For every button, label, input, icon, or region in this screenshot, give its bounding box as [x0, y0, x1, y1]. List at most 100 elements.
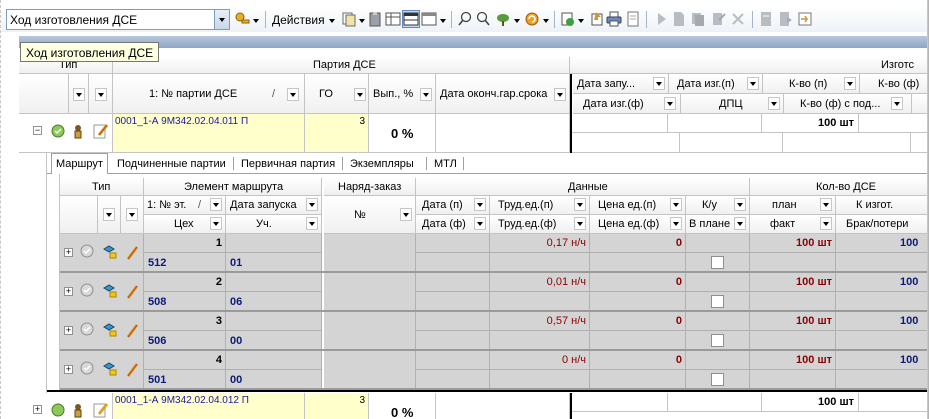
route-type-filter1-header[interactable] [98, 196, 121, 234]
step-number-column-header[interactable]: 1: № эт. / [144, 196, 226, 215]
section-column-header[interactable]: Уч. [226, 215, 322, 234]
filter-dropdown-button[interactable] [664, 97, 676, 110]
in-plan-checkbox[interactable] [711, 334, 724, 347]
batch-number-link[interactable]: 0001_1-А 9М342.02.04.011 П [115, 116, 248, 127]
chevron-down-icon[interactable] [329, 19, 335, 23]
edit-pencil-icon[interactable] [124, 283, 140, 304]
collapse-toggle[interactable]: − [33, 126, 42, 135]
qty-with-sub-column-header[interactable]: К-во (ф) с под... [784, 94, 912, 114]
edit-pencil-icon[interactable] [124, 244, 140, 265]
tree-filter-icon[interactable] [495, 11, 511, 27]
copy-icon[interactable] [341, 11, 357, 27]
route-type-filter2-header[interactable] [121, 196, 144, 234]
manuf-date-fact-column-header[interactable]: Дата изг.(ф) [573, 94, 681, 114]
expand-toggle[interactable]: + [64, 326, 73, 335]
defect-column-header[interactable]: Брак/потери [836, 215, 929, 234]
expand-toggle[interactable]: + [33, 405, 42, 414]
in-plan-checkbox[interactable] [711, 295, 724, 308]
date-plan-column-header[interactable]: Дата (п) [416, 196, 490, 215]
manuf-date-plan-column-header[interactable]: Дата изг.(п) [669, 74, 763, 94]
batch-number-column-header[interactable]: 1: № партии ДСЕ / [113, 74, 305, 114]
filter-dropdown-button[interactable] [820, 198, 832, 211]
price-plan-column-header[interactable]: Цена ед.(п) [590, 196, 686, 215]
filter-dropdown-button[interactable] [747, 77, 759, 90]
print-icon[interactable] [606, 11, 622, 27]
expand-toggle[interactable]: + [64, 248, 73, 257]
page-icon[interactable] [625, 11, 641, 27]
filter-dropdown-button[interactable] [734, 198, 746, 211]
dpc-column-header[interactable]: ДПЦ [681, 94, 784, 114]
filter-dropdown-button[interactable] [891, 97, 903, 110]
search-icon[interactable] [457, 11, 473, 27]
route-row[interactable]: +2 508 06 0,01 н/ч 0 100 шт 100 [60, 273, 929, 312]
price-fact-column-header[interactable]: Цена ед.(ф) [590, 215, 686, 234]
filter-dropdown-button[interactable] [210, 217, 222, 230]
filter-dropdown-button[interactable] [670, 217, 682, 230]
in-plan-column-header[interactable]: В плане [686, 215, 750, 234]
filter-dropdown-button[interactable] [768, 97, 780, 110]
date-fact-column-header[interactable]: Дата (ф) [416, 215, 490, 234]
start-date-inner-column-header[interactable]: Дата запуска [226, 196, 322, 215]
chevron-down-icon[interactable] [253, 19, 259, 23]
actions-menu-button[interactable]: Действия [272, 13, 325, 27]
filter-dropdown-button[interactable] [400, 208, 412, 221]
import-icon[interactable] [797, 11, 813, 27]
edit-pencil-icon[interactable] [93, 401, 109, 419]
done-percent-column-header[interactable]: Вып., % [369, 74, 436, 114]
route-row[interactable]: +3 506 00 0,57 н/ч 0 100 шт 100 [60, 312, 929, 351]
filter-dropdown-button[interactable] [844, 77, 856, 90]
document-add-icon[interactable] [559, 11, 575, 27]
batch-number-link[interactable]: 0001_1-А 9М342.02.04.012 П [115, 395, 249, 406]
filter-dropdown-button[interactable] [653, 77, 665, 90]
filter-dropdown-button[interactable] [306, 217, 318, 230]
edit-pencil-icon[interactable] [124, 361, 140, 382]
chevron-down-icon[interactable] [359, 19, 365, 23]
outer-type-filter1-header[interactable] [69, 74, 89, 114]
export-icon[interactable] [589, 11, 605, 27]
labor-plan-column-header[interactable]: Труд.ед.(п) [490, 196, 590, 215]
expand-toggle[interactable]: + [64, 365, 73, 374]
tab-primary-batch[interactable]: Первичная партия [237, 156, 339, 173]
refresh-icon[interactable] [524, 11, 540, 27]
labor-fact-column-header[interactable]: Труд.ед.(ф) [490, 215, 590, 234]
tab-instances[interactable]: Экземпляры [346, 156, 418, 173]
route-row[interactable]: +1 512 01 0,17 н/ч 0 100 шт 100 [60, 234, 929, 273]
filter-dropdown-button[interactable] [210, 198, 222, 211]
filter-dropdown-button[interactable] [103, 208, 115, 221]
columns-icon[interactable] [421, 11, 437, 27]
outer-row[interactable]: + 0001_1-А 9М342.02.04.012 П 3 0 % 100 ш… [19, 393, 929, 419]
filter-dropdown-button[interactable] [474, 198, 486, 211]
fact-qty-column-header[interactable]: факт [750, 215, 836, 234]
go-column-header[interactable]: ГО [305, 74, 369, 114]
filter-dropdown-button[interactable] [95, 88, 107, 101]
filter-dropdown-button[interactable] [73, 88, 85, 101]
filter-dropdown-button[interactable] [574, 217, 586, 230]
filter-dropdown-button[interactable] [670, 198, 682, 211]
filter-dropdown-button[interactable] [820, 217, 832, 230]
outer-row[interactable]: − 0001_1-А 9М342.02.04.011 П 3 0 % 100 ш… [19, 114, 929, 153]
edit-pencil-icon[interactable] [124, 322, 140, 343]
tab-sub-batches[interactable]: Подчиненные партии [113, 156, 230, 173]
qty-plan-column-header[interactable]: К-во (п) [763, 74, 860, 94]
in-plan-checkbox[interactable] [711, 373, 724, 386]
grid-view-icon[interactable] [385, 11, 401, 27]
route-row[interactable]: +4 501 00 0 н/ч 0 100 шт 100 [60, 351, 929, 390]
guarantee-date-column-header[interactable]: Дата оконч.гар.срока [436, 74, 570, 114]
outer-type-filter2-header[interactable] [89, 74, 113, 114]
filter-dropdown-button[interactable] [126, 208, 138, 221]
order-number-column-header[interactable]: № [324, 196, 416, 234]
filter-dropdown-button[interactable] [287, 88, 299, 101]
tab-mtl[interactable]: МТЛ [430, 156, 461, 173]
filter-dropdown-button[interactable] [554, 88, 566, 101]
start-date-column-header[interactable]: Дата запу... [573, 74, 669, 94]
ku-column-header[interactable]: К/у [686, 196, 750, 215]
chevron-down-icon[interactable] [514, 19, 520, 23]
chevron-down-icon[interactable] [440, 19, 446, 23]
to-make-column-header[interactable]: К изгот. [836, 196, 929, 215]
search-next-icon[interactable] [475, 11, 491, 27]
filter-key-icon[interactable] [234, 11, 250, 27]
in-plan-checkbox[interactable] [711, 256, 724, 269]
filter-dropdown-button[interactable] [420, 88, 432, 101]
tab-route[interactable]: Маршрут [51, 153, 108, 174]
filter-dropdown-button[interactable] [574, 198, 586, 211]
